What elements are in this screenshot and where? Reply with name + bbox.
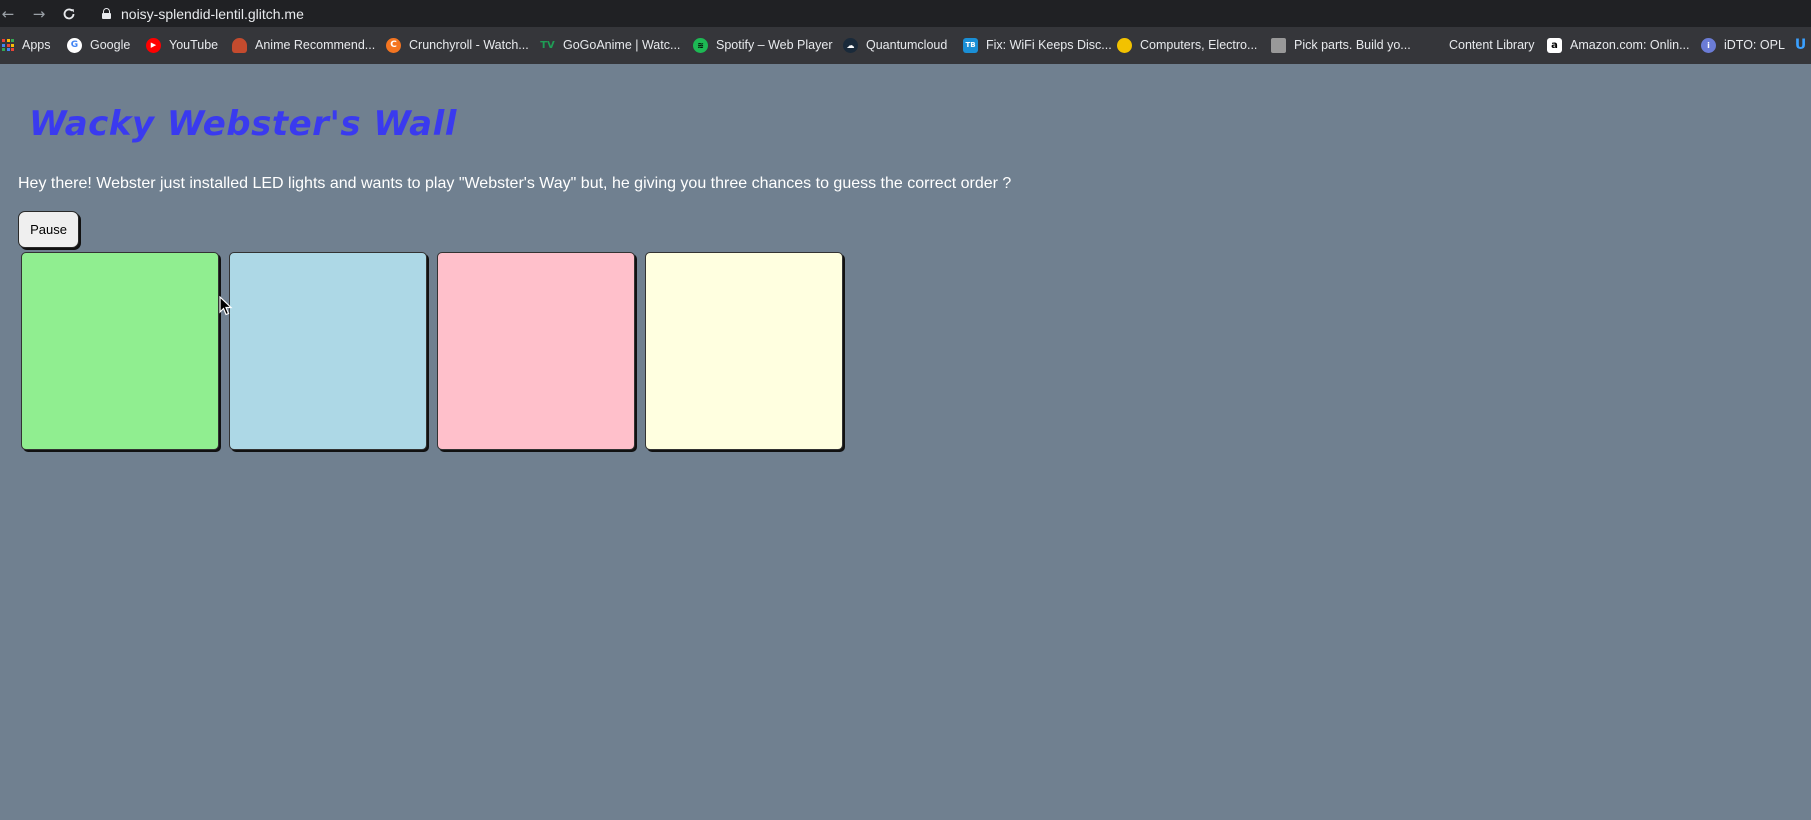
reload-icon[interactable]: [58, 3, 80, 25]
bookmark-label: Content Library: [1449, 38, 1535, 52]
gogoanime-icon: TV: [540, 39, 555, 51]
bookmark-label: Computers, Electro...: [1140, 38, 1258, 52]
bookmark-label: iDTO: OPL: [1724, 38, 1785, 52]
page-content: Wacky Webster's Wall Hey there! Webster …: [0, 64, 1811, 820]
tile-yellow[interactable]: [645, 252, 843, 450]
apps-grid-icon: [2, 39, 14, 51]
forward-arrow-icon[interactable]: →: [28, 3, 50, 25]
bookmark-anime-recommend[interactable]: Anime Recommend...: [232, 33, 375, 57]
bookmark-label: Crunchyroll - Watch...: [409, 38, 529, 52]
youtube-icon: ▶: [146, 37, 161, 53]
bookmark-label: Spotify – Web Player: [716, 38, 833, 52]
spotify-icon: ≋: [693, 37, 708, 53]
pcpartpicker-icon: [1271, 37, 1286, 53]
bookmark-label: Quantumcloud: [866, 38, 948, 52]
anime-icon: [232, 37, 247, 53]
mouse-cursor-icon: [219, 296, 233, 316]
magnet-icon: U: [1794, 37, 1807, 53]
bookmark-amazon[interactable]: a Amazon.com: Onlin...: [1547, 33, 1690, 57]
bookmark-pcpartpicker[interactable]: Pick parts. Build yo...: [1271, 33, 1411, 57]
tile-green[interactable]: [21, 252, 219, 450]
bookmark-label: Fix: WiFi Keeps Disc...: [986, 38, 1112, 52]
bookmark-spotify[interactable]: ≋ Spotify – Web Player: [693, 33, 833, 57]
bookmark-overflow[interactable]: U: [1793, 33, 1811, 57]
url-text: noisy-splendid-lentil.glitch.me: [121, 5, 304, 22]
tile-pink[interactable]: [437, 252, 635, 450]
pause-button[interactable]: Pause: [18, 211, 79, 248]
cloud-icon: ☁: [843, 37, 858, 53]
bookmark-label: YouTube: [169, 38, 219, 52]
bookmark-quantumcloud[interactable]: ☁ Quantumcloud: [843, 33, 947, 57]
bookmark-computers[interactable]: Computers, Electro...: [1117, 33, 1257, 57]
bookmark-label: Pick parts. Build yo...: [1294, 38, 1411, 52]
bookmark-label: GoGoAnime | Watc...: [563, 38, 681, 52]
bookmark-youtube[interactable]: ▶ YouTube: [146, 33, 218, 57]
bookmark-content-library[interactable]: Content Library: [1449, 33, 1534, 57]
lock-icon: [102, 8, 111, 19]
bookmarks-bar: Apps G Google ▶ YouTube Anime Recommend.…: [0, 27, 1811, 64]
bookmark-google[interactable]: G Google: [67, 33, 130, 57]
bookmark-idto[interactable]: i iDTO: OPL: [1701, 33, 1785, 57]
lemon-icon: [1117, 37, 1132, 53]
tile-blue[interactable]: [229, 252, 427, 450]
idto-icon: i: [1701, 37, 1716, 53]
intro-text: Hey there! Webster just installed LED li…: [18, 175, 1012, 192]
bookmark-apps[interactable]: Apps: [2, 33, 51, 57]
bookmark-label: Amazon.com: Onlin...: [1570, 38, 1690, 52]
browser-toolbar: ← → noisy-splendid-lentil.glitch.me: [0, 0, 1811, 27]
amazon-icon: a: [1547, 37, 1562, 53]
bookmark-crunchyroll[interactable]: C Crunchyroll - Watch...: [386, 33, 529, 57]
bookmark-label: Apps: [22, 38, 51, 52]
crunchyroll-icon: C: [386, 37, 401, 53]
back-arrow-icon[interactable]: ←: [0, 3, 16, 25]
page-title: Wacky Webster's Wall: [29, 104, 457, 144]
bookmark-gogoanime[interactable]: TV GoGoAnime | Watc...: [540, 33, 680, 57]
address-bar[interactable]: noisy-splendid-lentil.glitch.me: [92, 0, 304, 27]
tb-icon: TB: [963, 37, 978, 53]
google-icon: G: [67, 37, 82, 53]
bookmark-label: Google: [90, 38, 131, 52]
bookmark-label: Anime Recommend...: [255, 38, 376, 52]
bookmark-wifi-fix[interactable]: TB Fix: WiFi Keeps Disc...: [963, 33, 1112, 57]
